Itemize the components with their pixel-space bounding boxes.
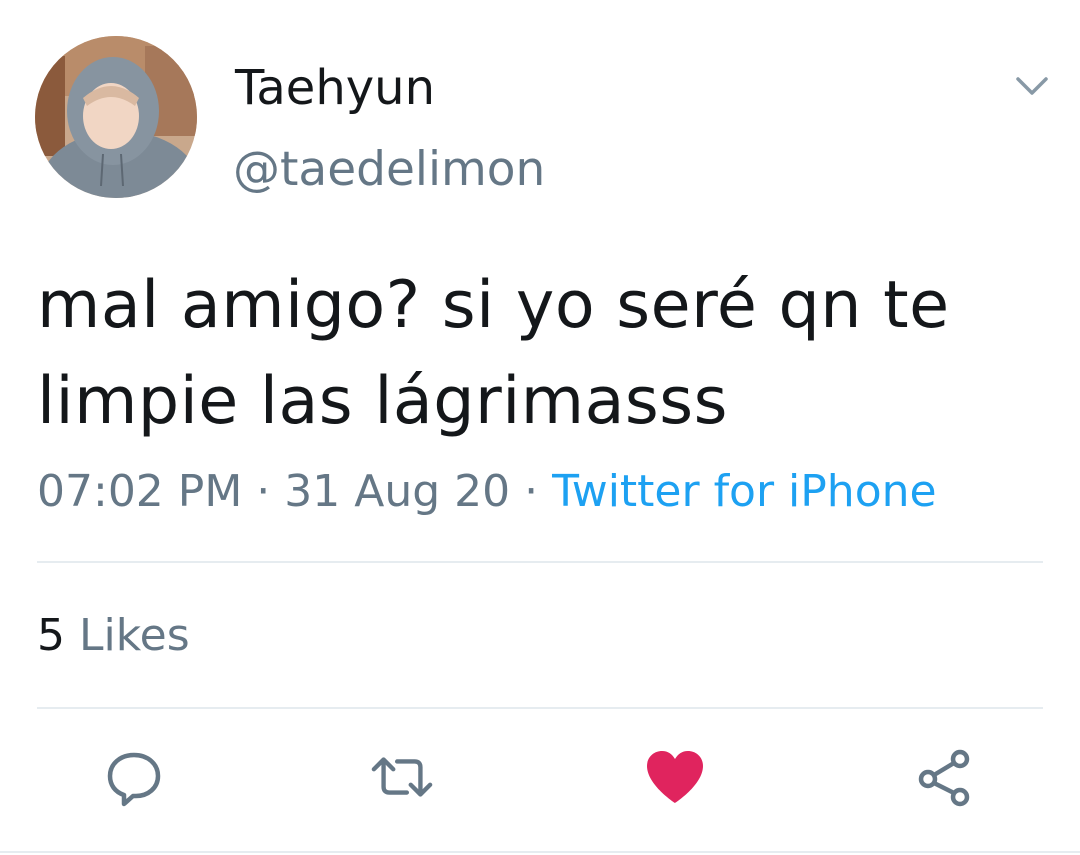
share-icon [918,749,970,807]
tweet-date[interactable]: 31 Aug 20 [284,466,510,517]
divider [0,851,1080,853]
tweet-time[interactable]: 07:02 PM [37,466,242,517]
reply-button[interactable] [102,745,166,809]
author-handle[interactable]: @taedelimon [233,140,545,200]
likes-stat[interactable]: 5 Likes [37,606,190,666]
tweet-detail: Taehyun @taedelimon mal amigo? si yo ser… [0,0,1080,855]
likes-label: Likes [79,610,190,661]
divider [37,707,1043,709]
retweet-button[interactable] [370,745,434,809]
reply-bubble-icon [107,752,161,807]
meta-separator: · [242,466,285,517]
meta-separator-2: · [510,466,553,517]
likes-count: 5 [37,610,65,661]
tweet-text: mal amigo? si yo seré qn te limpie las l… [37,268,950,439]
retweet-icon [371,757,433,797]
tweet-meta: 07:02 PM · 31 Aug 20 · Twitter for iPhon… [37,462,937,522]
like-button[interactable] [643,745,707,809]
tweet-source-link[interactable]: Twitter for iPhone [552,466,936,517]
heart-icon [647,751,703,803]
chevron-down-icon[interactable] [1012,66,1052,106]
author-display-name[interactable]: Taehyun [235,58,435,118]
share-button[interactable] [913,745,977,809]
divider [37,561,1043,563]
avatar[interactable] [35,36,197,198]
avatar-image [35,36,197,198]
